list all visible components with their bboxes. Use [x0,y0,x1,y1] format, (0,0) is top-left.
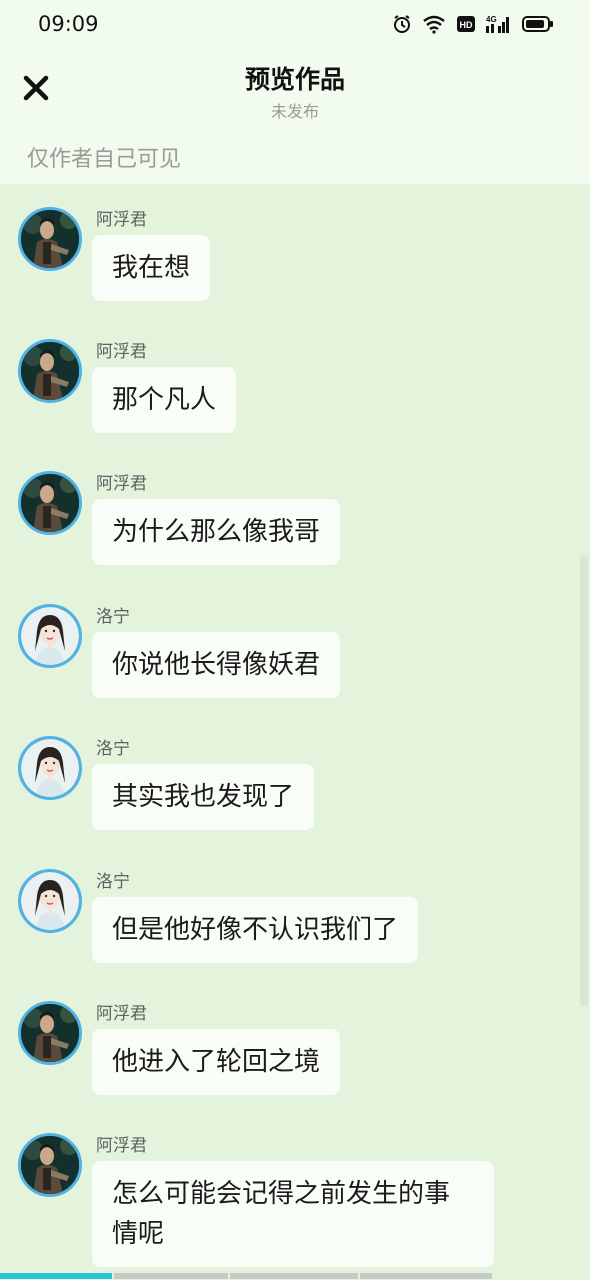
message-bubble: 但是他好像不认识我们了 [92,897,419,963]
message-bubble: 他进入了轮回之境 [92,1029,341,1095]
page-title: 预览作品 [244,65,345,94]
speaker-name: 洛宁 [96,739,130,759]
female-avatar[interactable] [18,604,82,668]
speaker-name: 阿浮君 [96,342,147,362]
status-icons: HD 4G [392,14,554,34]
message-bubble: 我在想 [92,235,211,301]
progress-fill [0,1273,112,1279]
female-avatar[interactable] [18,736,82,800]
alarm-icon [394,15,410,33]
male-avatar[interactable] [18,339,82,403]
male-avatar[interactable] [18,1001,82,1065]
progress-segment [230,1273,358,1279]
speaker-name: 阿浮君 [96,1136,147,1156]
message-bubble: 怎么可能会记得之前发生的事情呢 [92,1161,494,1267]
male-avatar[interactable] [18,471,82,535]
signal-4g-icon: 4G [486,15,509,33]
male-avatar[interactable] [18,1133,82,1197]
top-bar: 09:09 HD 4G 预览作品 未发布 仅作者自己可见 [0,0,590,184]
progress-segment [360,1273,492,1279]
progress-segment [114,1273,228,1279]
hd-icon: HD [457,16,475,32]
battery-icon [522,16,553,32]
status-bar: 09:09 HD 4G [0,0,590,52]
status-time: 09:09 [38,12,99,36]
message-bubble: 其实我也发现了 [92,764,315,830]
wifi-icon [423,15,445,34]
svg-text:HD: HD [460,20,473,30]
visibility-note: 仅作者自己可见 [27,147,182,172]
speaker-name: 阿浮君 [96,474,147,494]
message-bubble: 那个凡人 [92,367,237,433]
speaker-name: 洛宁 [96,607,130,627]
speaker-name: 阿浮君 [96,1004,147,1024]
scrollbar[interactable] [580,556,588,1006]
svg-text:4G: 4G [486,15,497,24]
story-progress [0,1273,590,1280]
female-avatar[interactable] [18,869,82,933]
speaker-name: 阿浮君 [96,210,147,230]
speaker-name: 洛宁 [96,872,130,892]
publish-status: 未发布 [270,102,319,121]
message-bubble: 为什么那么像我哥 [92,499,341,565]
male-avatar[interactable] [18,207,82,271]
message-bubble: 你说他长得像妖君 [92,632,341,698]
